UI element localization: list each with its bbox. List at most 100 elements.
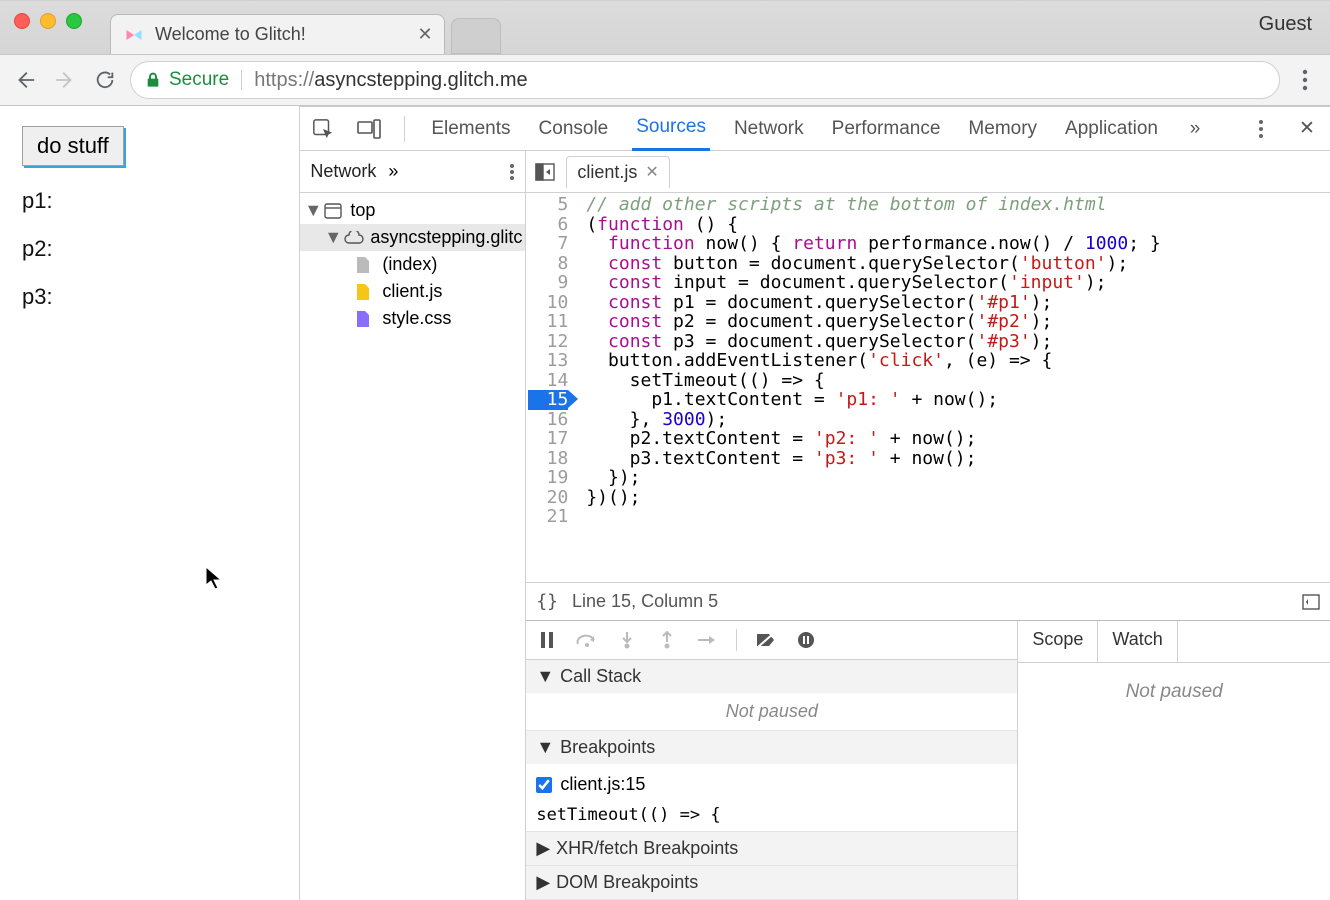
toggle-navigator-icon[interactable] — [532, 163, 558, 181]
tab-strip: Welcome to Glitch! ✕ Guest — [0, 1, 1330, 54]
tab-console[interactable]: Console — [535, 108, 613, 150]
p3-label: p3: — [22, 284, 277, 310]
window-close-icon[interactable] — [14, 13, 30, 29]
debugger-right: Scope Watch Not paused — [1018, 621, 1330, 900]
devtools-menu-icon[interactable] — [1248, 116, 1274, 142]
tab-application[interactable]: Application — [1061, 108, 1162, 150]
inspect-icon[interactable] — [310, 116, 336, 142]
rendered-page: do stuff p1: p2: p3: — [0, 106, 300, 900]
code-editor[interactable]: 56789101112131415161718192021 // add oth… — [526, 193, 1330, 582]
tree-file-style[interactable]: style.css — [300, 305, 525, 332]
mouse-cursor-icon — [205, 566, 223, 590]
tree-file-index[interactable]: (index) — [300, 251, 525, 278]
css-file-icon — [356, 310, 376, 328]
section-breakpoints: ▼Breakpoints client.js:15 setTimeout(() … — [526, 731, 1017, 832]
call-stack-header[interactable]: ▼Call Stack — [526, 660, 1017, 693]
new-tab-button[interactable] — [451, 18, 501, 54]
breakpoint-item[interactable]: client.js:15 — [536, 772, 1007, 797]
debugger-pane: ▼Call Stack Not paused ▼Breakpoints clie… — [526, 620, 1330, 900]
navigator-menu-icon[interactable] — [509, 163, 515, 181]
address-bar[interactable]: Secure https://asyncstepping.glitch.me — [130, 61, 1280, 99]
navigator-more-icon[interactable]: » — [388, 161, 398, 182]
pause-on-exceptions-icon[interactable] — [795, 629, 817, 651]
p2-label: p2: — [22, 236, 277, 262]
sources-navigator: Network » ▼ top ▼ — [300, 151, 526, 900]
tab-sources[interactable]: Sources — [632, 106, 710, 151]
editor-pane: client.js ✕ 5678910111213141516171819202… — [526, 151, 1330, 900]
code-content[interactable]: // add other scripts at the bottom of in… — [574, 193, 1330, 582]
secure-indicator: Secure — [145, 69, 229, 91]
browser-menu-icon[interactable] — [1290, 65, 1320, 95]
debugger-left: ▼Call Stack Not paused ▼Breakpoints clie… — [526, 621, 1018, 900]
window-traffic-lights — [14, 13, 82, 29]
breakpoints-header[interactable]: ▼Breakpoints — [526, 731, 1017, 764]
scope-body: Not paused — [1018, 663, 1330, 900]
device-toggle-icon[interactable] — [356, 116, 382, 142]
breakpoint-location: client.js:15 — [560, 774, 645, 795]
file-tree: ▼ top ▼ asyncstepping.glitc (index) — [300, 193, 525, 900]
devtools: Elements Console Sources Network Perform… — [300, 106, 1330, 900]
xhr-breakpoints-header[interactable]: ▶XHR/fetch Breakpoints — [526, 832, 1017, 865]
pause-icon[interactable] — [536, 629, 558, 651]
window-minimize-icon[interactable] — [40, 13, 56, 29]
devtools-body: Network » ▼ top ▼ — [300, 151, 1330, 900]
nav-back-icon[interactable] — [10, 65, 40, 95]
scope-watch-tabs: Scope Watch — [1018, 621, 1330, 663]
tree-top[interactable]: ▼ top — [300, 197, 525, 224]
window-zoom-icon[interactable] — [66, 13, 82, 29]
content-split: do stuff p1: p2: p3: Elements Console So… — [0, 106, 1330, 900]
devtools-close-icon[interactable]: ✕ — [1294, 116, 1320, 142]
tab-memory[interactable]: Memory — [964, 108, 1041, 150]
section-call-stack: ▼Call Stack Not paused — [526, 660, 1017, 731]
editor-tab-filename: client.js — [577, 162, 637, 183]
js-file-icon — [356, 283, 376, 301]
editor-statusbar: {} Line 15, Column 5 — [526, 582, 1330, 620]
url-text: https://asyncstepping.glitch.me — [254, 69, 527, 92]
section-dom-breakpoints: ▶DOM Breakpoints — [526, 866, 1017, 900]
step-over-icon[interactable] — [576, 629, 598, 651]
tabs-overflow-icon[interactable]: » — [1182, 116, 1208, 142]
pretty-print-icon[interactable]: {} — [536, 591, 558, 612]
secure-label-text: Secure — [169, 69, 229, 91]
tab-watch[interactable]: Watch — [1098, 621, 1177, 662]
do-stuff-button[interactable]: do stuff — [22, 126, 124, 166]
breakpoint-code: setTimeout(() => { — [526, 805, 1017, 831]
tree-file-client[interactable]: client.js — [300, 278, 525, 305]
nav-forward-icon — [50, 65, 80, 95]
step-out-icon[interactable] — [656, 629, 678, 651]
navigator-header: Network » — [300, 151, 525, 193]
tab-performance[interactable]: Performance — [828, 108, 945, 150]
editor-tab[interactable]: client.js ✕ — [566, 156, 669, 188]
cloud-icon — [344, 231, 364, 245]
tree-domain[interactable]: ▼ asyncstepping.glitc — [300, 224, 525, 251]
breakpoint-marker[interactable]: 15 — [528, 390, 568, 410]
tab-elements[interactable]: Elements — [427, 108, 514, 150]
debugger-toolbar — [526, 621, 1017, 660]
navigator-tab[interactable]: Network — [310, 161, 376, 182]
tab-scope[interactable]: Scope — [1018, 621, 1098, 662]
cursor-position: Line 15, Column 5 — [572, 591, 718, 612]
tab-close-icon[interactable]: ✕ — [416, 26, 434, 44]
devtools-tab-bar: Elements Console Sources Network Perform… — [300, 107, 1330, 151]
breakpoint-checkbox[interactable] — [536, 777, 552, 793]
step-into-icon[interactable] — [616, 629, 638, 651]
call-stack-body: Not paused — [526, 693, 1017, 730]
document-icon — [356, 256, 376, 274]
gutter[interactable]: 56789101112131415161718192021 — [526, 193, 574, 582]
chrome-window: Welcome to Glitch! ✕ Guest Secure https:… — [0, 0, 1330, 900]
editor-tab-close-icon[interactable]: ✕ — [645, 162, 658, 182]
favicon-icon — [123, 24, 145, 46]
section-xhr-breakpoints: ▶XHR/fetch Breakpoints — [526, 832, 1017, 866]
window-icon — [324, 203, 344, 219]
guest-label[interactable]: Guest — [1259, 13, 1312, 36]
coverage-toggle-icon[interactable] — [1302, 594, 1320, 610]
p1-label: p1: — [22, 188, 277, 214]
deactivate-breakpoints-icon[interactable] — [755, 629, 777, 651]
step-icon[interactable] — [696, 629, 718, 651]
editor-tabs: client.js ✕ — [526, 151, 1330, 193]
browser-toolbar: Secure https://asyncstepping.glitch.me — [0, 54, 1330, 106]
tab-network[interactable]: Network — [730, 108, 808, 150]
nav-reload-icon[interactable] — [90, 65, 120, 95]
browser-tab[interactable]: Welcome to Glitch! ✕ — [110, 14, 445, 54]
dom-breakpoints-header[interactable]: ▶DOM Breakpoints — [526, 866, 1017, 899]
